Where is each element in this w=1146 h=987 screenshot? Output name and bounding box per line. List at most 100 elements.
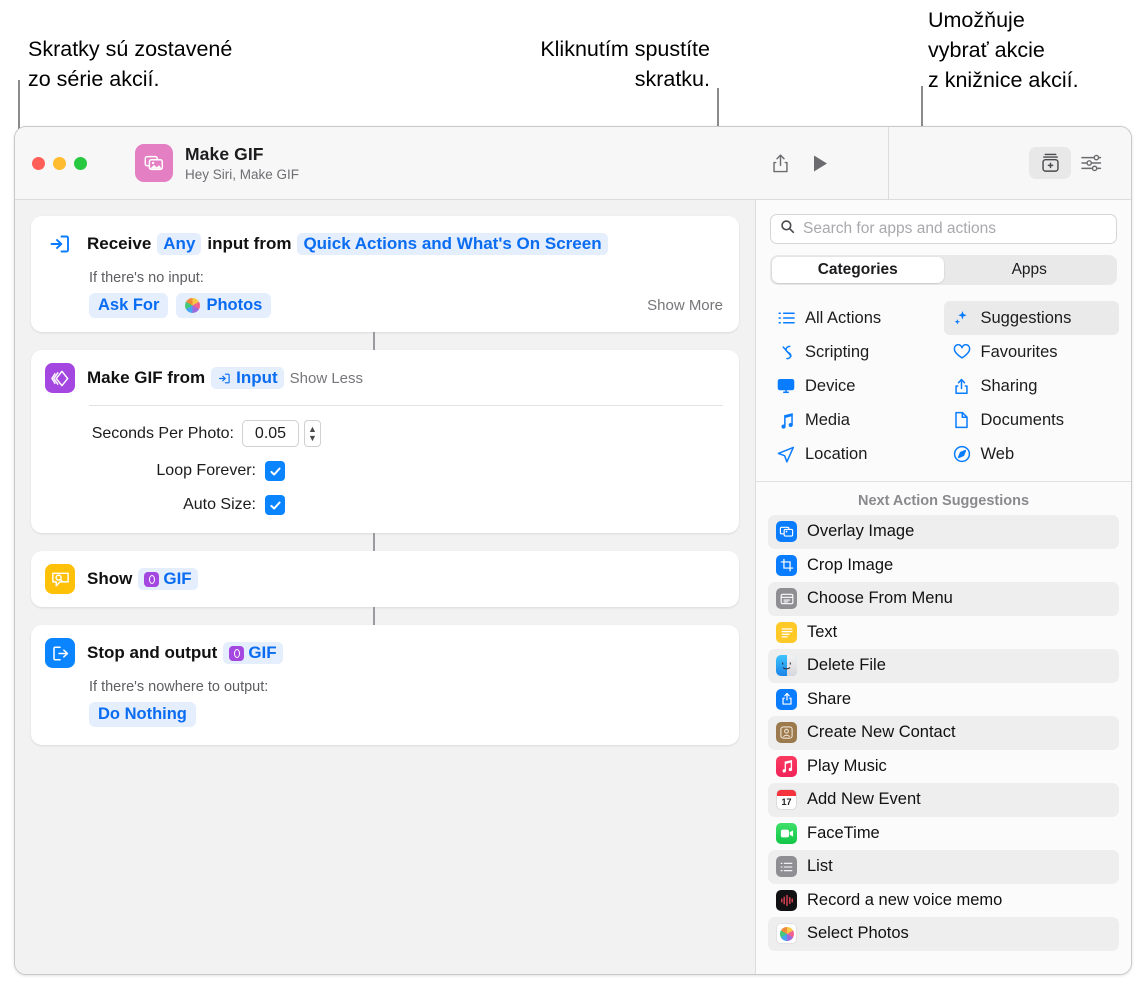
receive-prefix: Receive: [87, 234, 152, 253]
suggestion-crop-image[interactable]: Crop Image: [768, 549, 1119, 583]
suggestion-label: List: [807, 857, 833, 876]
ask-for-chip[interactable]: Ask For: [89, 293, 169, 318]
suggestion-create-new-contact[interactable]: Create New Contact: [768, 716, 1119, 750]
document-icon: [952, 411, 972, 429]
action-header: Show GIF: [45, 564, 723, 594]
minimize-button[interactable]: [53, 156, 66, 170]
show-gif-label: GIF: [163, 569, 192, 588]
category-label: Sharing: [980, 376, 1038, 395]
auto-size-checkbox[interactable]: [265, 495, 285, 515]
suggestion-list[interactable]: List: [768, 850, 1119, 884]
stepper-down-icon[interactable]: ▼: [308, 433, 317, 443]
overlay-image-icon: [776, 521, 797, 543]
action-card-make-gif[interactable]: Make GIF from Input Show Less Seconds Pe…: [31, 350, 739, 551]
category-label: Location: [805, 444, 868, 463]
suggestion-label: FaceTime: [807, 823, 880, 842]
category-grid: All Actions Suggestions Scripting Favour…: [756, 285, 1131, 482]
category-sharing[interactable]: Sharing: [944, 369, 1120, 403]
param-auto-size: Auto Size:: [45, 495, 723, 515]
text-icon: [776, 621, 797, 643]
music-app-icon: [776, 755, 797, 777]
suggestion-facetime[interactable]: FaceTime: [768, 817, 1119, 851]
param-loop-forever: Loop Forever:: [45, 461, 723, 481]
do-nothing-chip[interactable]: Do Nothing: [89, 702, 196, 727]
gif-variable-icon: [229, 645, 245, 661]
category-media[interactable]: Media: [768, 403, 944, 437]
action-title: Receive Any input from Quick Actions and…: [87, 233, 608, 255]
action-title: Stop and output GIF: [87, 642, 283, 664]
category-all-actions[interactable]: All Actions: [768, 301, 944, 335]
suggestion-label: Choose From Menu: [807, 589, 953, 608]
search-placeholder: Search for apps and actions: [803, 220, 997, 237]
sparkles-icon: [952, 310, 972, 327]
show-gif-token[interactable]: GIF: [138, 568, 198, 590]
receive-source-token[interactable]: Quick Actions and What's On Screen: [297, 233, 608, 255]
tab-apps[interactable]: Apps: [944, 257, 1116, 283]
category-scripting[interactable]: Scripting: [768, 335, 944, 369]
suggestion-label: Create New Contact: [807, 723, 956, 742]
action-title: Make GIF from Input Show Less: [87, 367, 363, 389]
shortcuts-window: Make GIF Hey Siri, Make GIF Receive Any …: [14, 126, 1132, 975]
suggestion-play-music[interactable]: Play Music: [768, 750, 1119, 784]
close-button[interactable]: [32, 156, 45, 170]
suggestion-select-photos[interactable]: Select Photos: [768, 917, 1119, 951]
connector-3: [373, 607, 375, 625]
suggestion-delete-file[interactable]: Delete File: [768, 649, 1119, 683]
category-suggestions[interactable]: Suggestions: [943, 301, 1119, 335]
window-body: Receive Any input from Quick Actions and…: [15, 200, 1131, 974]
suggestion-overlay-image[interactable]: Overlay Image: [768, 515, 1119, 549]
loop-forever-checkbox[interactable]: [265, 461, 285, 481]
heart-icon: [952, 344, 972, 360]
make-gif-show-less-toggle[interactable]: Show Less: [290, 370, 363, 387]
suggestion-add-new-event[interactable]: 17 Add New Event: [768, 783, 1119, 817]
tab-categories[interactable]: Categories: [772, 257, 944, 283]
search-field[interactable]: Search for apps and actions: [770, 214, 1117, 244]
run-shortcut-button[interactable]: [800, 146, 840, 180]
suggestion-label: Play Music: [807, 756, 887, 775]
category-device[interactable]: Device: [768, 369, 944, 403]
suggestion-label: Share: [807, 689, 852, 708]
gif-variable-icon: [144, 571, 160, 587]
suggestion-text[interactable]: Text: [768, 616, 1119, 650]
script-icon: [776, 344, 796, 361]
action-library-button[interactable]: [1029, 147, 1071, 179]
action-title: Show GIF: [87, 568, 198, 590]
receive-show-more-toggle[interactable]: Show More: [647, 297, 723, 314]
stop-output-gif-token[interactable]: GIF: [223, 642, 283, 664]
make-gif-input-token[interactable]: Input: [211, 367, 284, 389]
stop-output-gif-label: GIF: [248, 643, 277, 662]
suggestion-record-voice-memo[interactable]: Record a new voice memo: [768, 884, 1119, 918]
share-button[interactable]: [760, 146, 800, 180]
seconds-per-photo-stepper[interactable]: ▲ ▼: [304, 420, 321, 447]
action-card-receive[interactable]: Receive Any input from Quick Actions and…: [31, 216, 739, 350]
facetime-icon: [776, 822, 797, 844]
action-card-stop-and-output[interactable]: Stop and output GIF If there's nowhere t…: [31, 625, 739, 745]
finder-icon: [776, 655, 797, 677]
action-card-show[interactable]: Show GIF: [31, 551, 739, 625]
window-controls[interactable]: [32, 156, 87, 170]
menu-icon: [776, 588, 797, 610]
param-seconds-per-photo: Seconds Per Photo: 0.05 ▲ ▼: [45, 420, 723, 447]
category-web[interactable]: Web: [944, 437, 1120, 471]
library-segmented-control[interactable]: Categories Apps: [770, 255, 1117, 285]
callout-right-text: Umožňuje vybrať akcie z knižnice akcií.: [928, 8, 1079, 92]
suggestion-label: Record a new voice memo: [807, 890, 1003, 909]
category-documents[interactable]: Documents: [944, 403, 1120, 437]
search-icon: [780, 219, 795, 239]
show-prefix: Show: [87, 569, 133, 588]
photos-icon: [185, 298, 201, 313]
category-favourites[interactable]: Favourites: [944, 335, 1120, 369]
shortcut-details-button[interactable]: [1071, 146, 1111, 180]
maximize-button[interactable]: [74, 156, 87, 170]
suggestion-share[interactable]: Share: [768, 683, 1119, 717]
photos-chip[interactable]: Photos: [176, 293, 272, 318]
category-location[interactable]: Location: [768, 437, 944, 471]
shortcut-title: Make GIF: [185, 144, 264, 164]
make-gif-icon: [45, 363, 75, 393]
suggestion-label: Text: [807, 622, 838, 641]
param-label: Seconds Per Photo:: [91, 424, 234, 442]
suggestion-choose-from-menu[interactable]: Choose From Menu: [768, 582, 1119, 616]
receive-type-token[interactable]: Any: [157, 233, 202, 255]
paper-plane-icon: [776, 446, 796, 463]
seconds-per-photo-input[interactable]: 0.05: [242, 420, 299, 447]
